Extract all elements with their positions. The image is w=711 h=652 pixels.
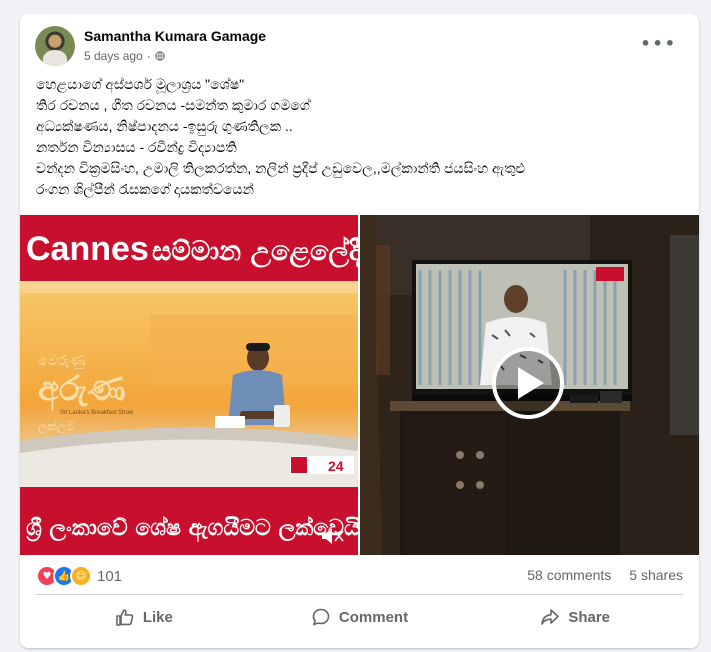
- like-label: Like: [142, 608, 173, 626]
- news-thumbnail-graphic: මෙරුණු අරුණ ලක්ලම Cannes සම්මාන උළෙලේදී …: [20, 215, 358, 555]
- tv-video-graphic: [360, 215, 699, 555]
- comment-label: Comment: [338, 608, 409, 626]
- comments-count[interactable]: 58 comments: [527, 567, 611, 583]
- care-reaction-icon: ☺: [70, 565, 92, 587]
- action-bar: Like Comment Share: [36, 602, 683, 632]
- caption-line: අධ්‍යක්ෂණය, නිෂ්පාදනය -ඉසුරු ගුණතිලක ..: [36, 118, 293, 134]
- caption-line: නර්තන වින්‍යාසය - රවීන්ද්‍ර විද්‍යාපති: [36, 139, 237, 155]
- post-meta: 5 days ago ·: [84, 49, 165, 63]
- engagement-counts: 58 comments 5 shares: [527, 567, 683, 583]
- svg-text:අරුණ: අරුණ: [38, 369, 126, 411]
- post-caption: හෙළයාගේ අස්පර්ශ මූලාශ්‍රය "ශේෂ" තිර රචනය…: [36, 74, 686, 200]
- share-button[interactable]: Share: [467, 602, 683, 632]
- play-button: [492, 347, 564, 419]
- like-button[interactable]: Like: [36, 602, 252, 632]
- caption-line: රංගන ශිල්පීන් රැසකගේ දායකත්වයෙන්: [36, 181, 254, 197]
- comment-button[interactable]: Comment: [252, 602, 468, 632]
- globe-icon: [155, 51, 165, 61]
- shares-count[interactable]: 5 shares: [629, 567, 683, 583]
- meta-separator: ·: [146, 49, 151, 63]
- post-time[interactable]: 5 days ago: [84, 49, 143, 63]
- headline-si: සම්මාන උළෙලේදී: [152, 236, 358, 268]
- share-icon: [541, 609, 560, 625]
- post-card: Samantha Kumara Gamage 5 days ago · ••• …: [20, 14, 699, 648]
- svg-text:ලක්ලම: ලක්ලම: [38, 419, 75, 434]
- caption-line: හෙළයාගේ අස්පර්ශ මූලාශ්‍රය "ශේෂ": [36, 76, 245, 92]
- caption-line: චන්දන වික්‍රමසිංහ, උමාලි තිලකරත්න, නලින්…: [36, 160, 526, 176]
- show-logo-text: Sri Lanka's Breakfast Show: [60, 410, 134, 416]
- author-name[interactable]: Samantha Kumara Gamage: [84, 28, 266, 44]
- news-thumbnail-image[interactable]: මෙරුණු අරුණ ලක්ලම Cannes සම්මාන උළෙලේදී …: [20, 215, 358, 555]
- tv-video-thumbnail[interactable]: [360, 215, 699, 555]
- comment-icon: [312, 608, 330, 626]
- share-label: Share: [568, 608, 611, 626]
- svg-text:මෙරුණු: මෙරුණු: [38, 353, 85, 369]
- more-options-button[interactable]: •••: [640, 34, 677, 53]
- reactions-summary[interactable]: ♥ 👍 ☺ 101: [36, 565, 122, 587]
- divider: [36, 594, 683, 595]
- thumbs-up-icon: [116, 609, 134, 626]
- post-header: Samantha Kumara Gamage 5 days ago · •••: [20, 14, 699, 74]
- channel-badge: 24: [328, 458, 344, 474]
- headline-en: Cannes: [26, 230, 149, 268]
- bottom-headline: ශ්‍රී ලංකාවේ ශේෂ ඇගයීමට ලක්වෙයි: [26, 515, 358, 542]
- author-avatar[interactable]: [35, 26, 75, 66]
- post-media: මෙරුණු අරුණ ලක්ලම Cannes සම්මාන උළෙලේදී …: [20, 215, 699, 555]
- caption-line: තිර රචනය , ගීත රචනය -සමන්ත කුමාර ගමගේ: [36, 97, 310, 113]
- reaction-count[interactable]: 101: [97, 568, 122, 585]
- post-stats: ♥ 👍 ☺ 101 58 comments 5 shares: [20, 563, 699, 589]
